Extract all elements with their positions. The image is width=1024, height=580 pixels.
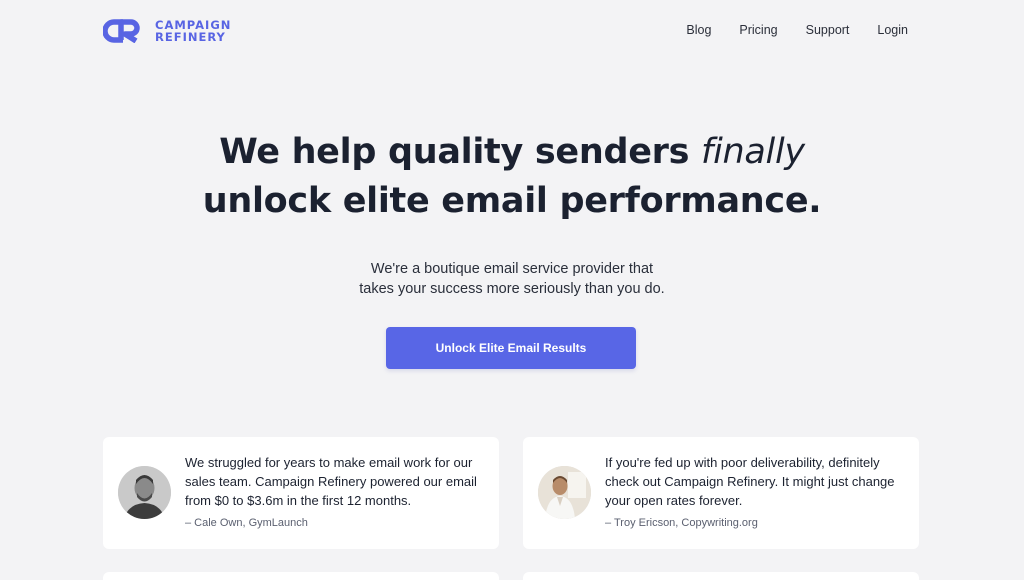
testimonial-author: – Troy Ericson, Copywriting.org (605, 517, 758, 529)
unlock-results-button[interactable]: Unlock Elite Email Results (386, 327, 636, 369)
hero-headline-part: We help quality senders (219, 132, 690, 172)
brand-name-line2: REFINERY (155, 30, 226, 44)
avatar (118, 466, 171, 519)
hero-headline-emphasis: finally (701, 132, 805, 172)
person-photo-icon (118, 466, 171, 519)
hero-subtitle-line2: takes your success more seriously than y… (359, 281, 665, 297)
person-photo-icon (538, 466, 591, 519)
site-header: CAMPAIGN REFINERY Blog Pricing Support L… (0, 0, 1024, 62)
brand-wordmark: CAMPAIGN REFINERY (155, 19, 231, 43)
hero-headline: We help quality senders finally unlock e… (0, 128, 1024, 226)
hero-headline-line2: unlock elite email performance. (202, 181, 822, 221)
hero-headline-line1: We help quality senders finally (0, 128, 1024, 177)
nav-link-login[interactable]: Login (877, 23, 908, 37)
testimonial-card: We struggled for years to make email wor… (103, 437, 499, 549)
testimonial-author: – Cale Own, GymLaunch (185, 517, 308, 529)
nav-link-pricing[interactable]: Pricing (739, 23, 777, 37)
brand-logo[interactable]: CAMPAIGN REFINERY (103, 17, 231, 45)
hero-subtitle: We're a boutique email service provider … (0, 259, 1024, 299)
nav-link-support[interactable]: Support (806, 23, 850, 37)
testimonial-card-partial (523, 572, 919, 580)
hero-subtitle-line1: We're a boutique email service provider … (370, 261, 654, 277)
testimonial-card: If you're fed up with poor deliverabilit… (523, 437, 919, 549)
testimonial-quote: If you're fed up with poor deliverabilit… (605, 455, 895, 508)
cr-monogram-icon (103, 19, 140, 43)
main-nav: Blog Pricing Support Login (686, 23, 908, 37)
avatar (538, 466, 591, 519)
testimonial-card-partial (103, 572, 499, 580)
nav-link-blog[interactable]: Blog (686, 23, 711, 37)
testimonial-quote: We struggled for years to make email wor… (185, 455, 477, 508)
